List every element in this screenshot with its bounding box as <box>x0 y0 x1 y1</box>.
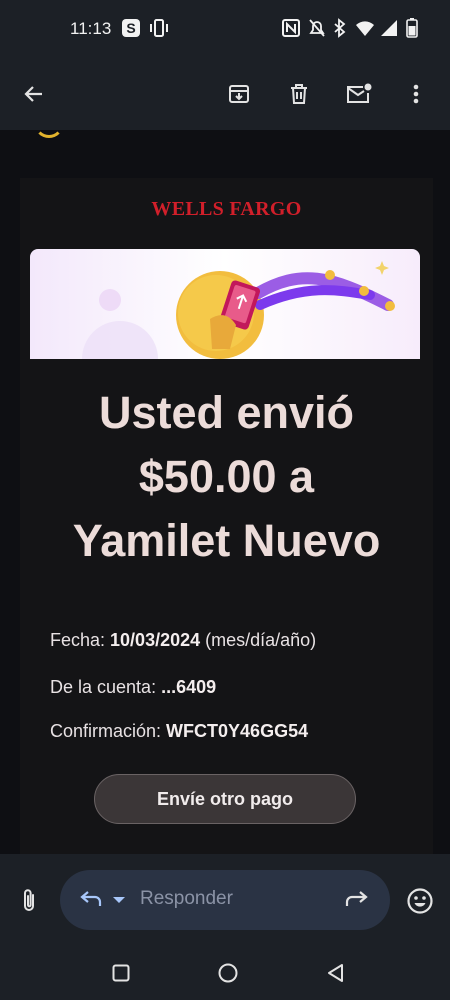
emoji-icon[interactable] <box>406 887 434 915</box>
date-format: (mes/día/año) <box>200 630 317 650</box>
reply-icon[interactable] <box>78 888 104 912</box>
headline-line-2: $50.00 a <box>138 451 315 502</box>
vibrate-icon <box>150 19 168 37</box>
email-card: WELLS FARGO Usted envió $50.00 a Yamilet… <box>20 178 433 854</box>
account-row: De la cuenta: ...6409 <box>50 677 216 698</box>
reply-bar: Responder <box>0 854 450 948</box>
confirmation-label: Confirmación: <box>50 721 167 741</box>
wifi-icon <box>356 21 374 36</box>
home-icon[interactable] <box>218 963 238 983</box>
signal-icon <box>381 20 397 36</box>
back-nav-icon[interactable] <box>326 963 346 983</box>
status-time: 11:13 <box>70 19 112 38</box>
reply-placeholder: Responder <box>140 888 233 909</box>
back-arrow-icon <box>24 86 42 102</box>
email-body: WELLS FARGO Usted envió $50.00 a Yamilet… <box>0 130 450 854</box>
back-button[interactable] <box>14 74 54 114</box>
confirmation-row: Confirmación: WFCT0Y46GG54 <box>50 721 308 742</box>
svg-text:S: S <box>126 20 135 36</box>
chevron-down-icon[interactable] <box>112 896 126 904</box>
attachment-icon[interactable] <box>18 888 40 914</box>
delete-button[interactable] <box>279 74 319 114</box>
more-options-button[interactable] <box>396 74 436 114</box>
account-label: De la cuenta: <box>50 677 162 697</box>
app-bar <box>0 62 450 130</box>
bluetooth-icon <box>334 18 346 38</box>
mute-icon <box>309 19 325 37</box>
sender-avatar[interactable] <box>34 130 64 138</box>
s-app-icon: S <box>122 19 140 37</box>
date-label: Fecha: <box>50 630 111 650</box>
send-money-illustration <box>82 261 395 359</box>
status-bar: 11:13 S <box>0 0 450 62</box>
mark-unread-icon <box>347 83 372 103</box>
send-another-payment-button[interactable]: Envíe otro pago <box>94 774 356 824</box>
headline-line-3: Yamilet Nuevo <box>72 515 381 566</box>
mark-unread-button[interactable] <box>339 74 379 114</box>
headline: Usted envió $50.00 a Yamilet Nuevo <box>20 381 433 573</box>
account-value: ...6409 <box>161 677 217 697</box>
confirmation-value: WFCT0Y46GG54 <box>166 721 309 741</box>
battery-icon <box>406 18 418 38</box>
archive-icon <box>229 85 249 103</box>
reply-input[interactable]: Responder <box>60 870 390 930</box>
hero-banner <box>30 249 420 359</box>
recents-icon[interactable] <box>112 964 130 982</box>
delete-icon <box>291 84 307 104</box>
system-nav-bar <box>0 948 450 1000</box>
archive-button[interactable] <box>219 74 259 114</box>
more-vert-icon <box>413 84 419 104</box>
nfc-icon <box>282 19 300 37</box>
date-row: Fecha: 10/03/2024 (mes/día/año) <box>50 630 316 651</box>
brand-logo: WELLS FARGO <box>151 198 302 220</box>
date-value: 10/03/2024 <box>110 630 201 650</box>
headline-line-1: Usted envió <box>98 387 355 438</box>
forward-icon[interactable] <box>344 889 370 911</box>
